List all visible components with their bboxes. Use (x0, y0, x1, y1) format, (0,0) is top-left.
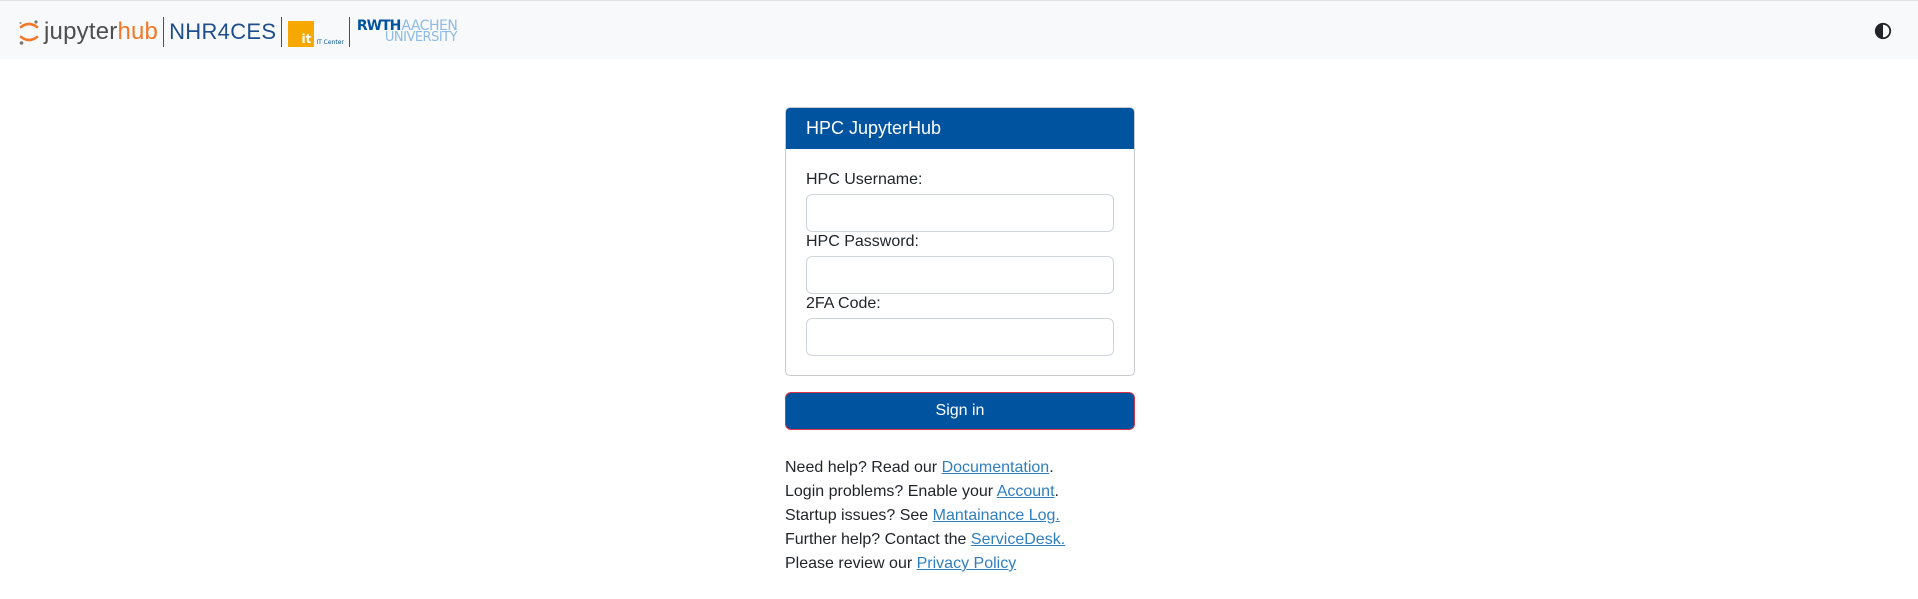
account-link[interactable]: Account (997, 483, 1055, 500)
password-input[interactable] (806, 256, 1114, 294)
it-center-label: IT Center (316, 39, 344, 46)
help-line-maintenance: Startup issues? See Mantainance Log. (785, 504, 1145, 528)
help-line-documentation: Need help? Read our Documentation. (785, 456, 1145, 480)
it-center-logo: it IT Center (288, 17, 344, 47)
jupyter-logo-icon (19, 20, 39, 45)
help-text: Further help? Contact the (785, 531, 971, 548)
logo-divider (281, 17, 283, 47)
jupyterhub-wordmark: jupyterhub (44, 18, 158, 46)
privacy-policy-link[interactable]: Privacy Policy (917, 555, 1017, 572)
twofa-code-input[interactable] (806, 318, 1114, 356)
it-center-mark-text: it (301, 32, 312, 46)
servicedesk-link[interactable]: ServiceDesk. (971, 531, 1065, 548)
help-line-servicedesk: Further help? Contact the ServiceDesk. (785, 528, 1145, 552)
help-text: Startup issues? See (785, 507, 933, 524)
rwth-logo: RWTHAACHEN UNIVERSITY (357, 19, 458, 45)
university-text: UNIVERSITY (384, 30, 458, 45)
logo-jupyter-text: jupyter (44, 18, 118, 45)
maintenance-log-link[interactable]: Mantainance Log. (933, 507, 1060, 524)
username-label: HPC Username: (806, 171, 923, 188)
help-text: Login problems? Enable your (785, 483, 997, 500)
help-text: . (1049, 459, 1054, 476)
username-input[interactable] (806, 194, 1114, 232)
password-label: HPC Password: (806, 233, 919, 250)
help-text: . (1054, 483, 1059, 500)
documentation-link[interactable]: Documentation (942, 459, 1050, 476)
logo-hub-text: hub (117, 18, 159, 45)
jupyterhub-logo[interactable]: jupyterhub (18, 15, 158, 49)
logo-divider (348, 17, 350, 47)
login-card-title: HPC JupyterHub (786, 108, 1134, 149)
help-line-account: Login problems? Enable your Account. (785, 480, 1145, 504)
it-center-mark: it (288, 21, 315, 47)
nhr4ces-logo: NHR4CES (169, 19, 277, 44)
sign-in-button[interactable]: Sign in (785, 392, 1135, 430)
help-links: Need help? Read our Documentation. Login… (785, 456, 1145, 576)
help-text: Please review our (785, 555, 917, 572)
twofa-label: 2FA Code: (806, 295, 881, 312)
logo-divider (163, 17, 165, 47)
help-line-privacy: Please review our Privacy Policy (785, 552, 1145, 576)
login-card: HPC JupyterHub HPC Username: HPC Passwor… (785, 107, 1135, 376)
help-text: Need help? Read our (785, 459, 942, 476)
brand-logos[interactable]: jupyterhub NHR4CES it IT Center RWTHAACH… (18, 15, 458, 49)
top-navbar: jupyterhub NHR4CES it IT Center RWTHAACH… (0, 0, 1918, 59)
theme-toggle-icon[interactable] (1874, 22, 1892, 40)
